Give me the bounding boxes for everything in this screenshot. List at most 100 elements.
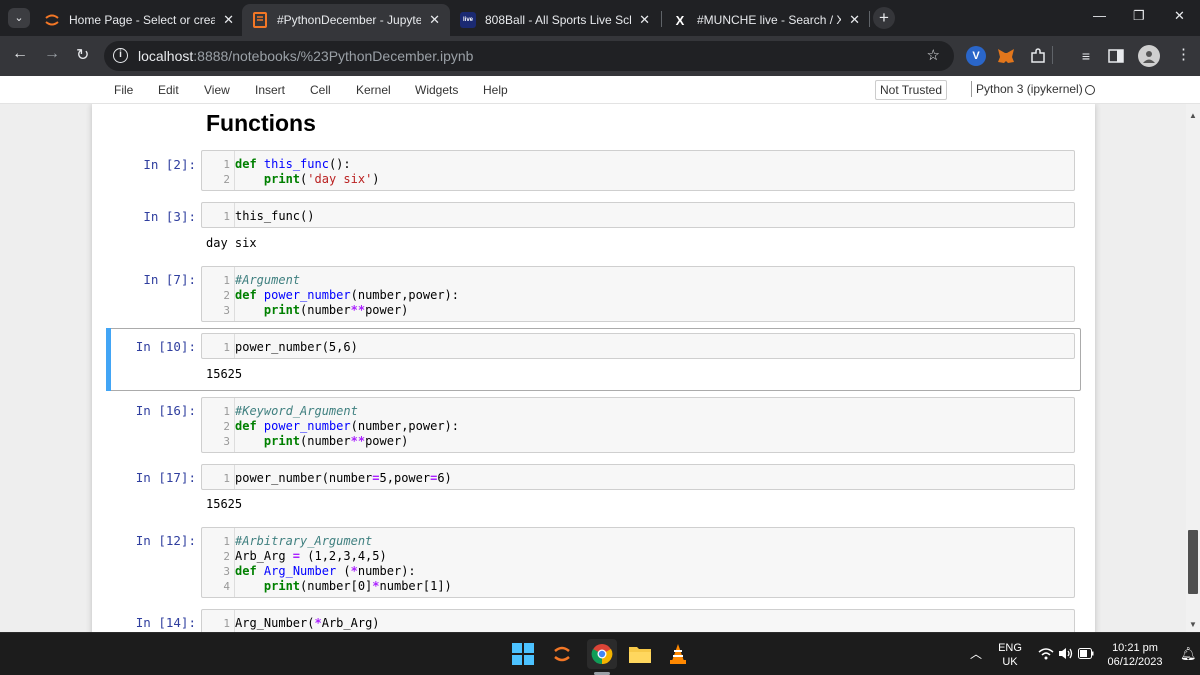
tab-search-button[interactable]: ⌄ <box>8 8 30 28</box>
chrome-taskbar-icon[interactable] <box>587 639 617 669</box>
scroll-down-arrow-icon[interactable]: ▼ <box>1189 620 1197 629</box>
restore-icon[interactable]: ❐ <box>1133 8 1145 24</box>
kernel-idle-icon <box>1085 85 1095 95</box>
wifi-icon[interactable] <box>1038 647 1054 663</box>
line-number: 2 <box>223 550 230 563</box>
url-host: localhost <box>138 48 194 64</box>
code-line: print('day six') <box>263 172 380 186</box>
line-number: 3 <box>223 565 230 578</box>
site-info-icon[interactable]: i <box>113 48 128 63</box>
windows-start-icon[interactable] <box>510 641 536 667</box>
code-line: print(number**power) <box>263 303 409 317</box>
code-line: def power_number(number,power): <box>235 288 459 302</box>
bookmark-star-icon[interactable]: ☆ <box>927 46 940 64</box>
tab-close-icon[interactable]: ✕ <box>429 12 440 28</box>
tray-overflow-chevron-icon[interactable]: ︿ <box>970 647 982 661</box>
code-cell-input[interactable]: 1 2 3 #Argument def power_number(number,… <box>201 266 1075 322</box>
tab-close-icon[interactable]: ✕ <box>639 12 650 28</box>
tab-808ball[interactable]: live 808Ball - All Sports Live Schedule … <box>450 4 660 36</box>
metamask-fox-icon[interactable] <box>996 46 1016 66</box>
input-language-indicator[interactable]: ENG UK <box>996 641 1024 669</box>
input-prompt: In [3]: <box>143 209 196 224</box>
extensions-puzzle-icon[interactable] <box>1028 46 1048 66</box>
vpn-extension-icon[interactable]: V <box>966 46 986 66</box>
input-prompt: In [7]: <box>143 272 196 287</box>
line-number: 1 <box>223 274 230 287</box>
url-text[interactable]: localhost:8888/notebooks/%23PythonDecemb… <box>138 48 473 64</box>
jupyter-taskbar-icon[interactable] <box>549 641 575 667</box>
plus-icon: + <box>879 8 889 27</box>
code-line: print(number**power) <box>263 434 409 448</box>
volume-icon[interactable] <box>1058 647 1074 664</box>
line-number: 1 <box>223 472 230 485</box>
code-line: Arb_Arg = (1,2,3,4,5) <box>235 549 387 563</box>
not-trusted-button[interactable]: Not Trusted <box>875 80 948 100</box>
more-menu-icon[interactable]: ⋮ <box>1176 45 1191 63</box>
notification-bell-icon[interactable]: 🔔︎ <box>1180 647 1197 661</box>
code-cell-input[interactable]: 1 power_number(number=5,power=6) <box>201 464 1075 490</box>
minimize-icon[interactable]: — <box>1093 8 1106 23</box>
line-number: 1 <box>223 158 230 171</box>
input-prompt: In [12]: <box>135 533 196 548</box>
cell-output: day six <box>206 236 257 250</box>
menu-widgets[interactable]: Widgets <box>415 83 458 97</box>
address-bar[interactable]: i localhost:8888/notebooks/%23PythonDece… <box>104 41 954 71</box>
tab-munche-x[interactable]: X #MUNCHE live - Search / X ✕ <box>662 4 870 36</box>
vlc-cone-icon[interactable] <box>665 641 691 667</box>
line-number: 2 <box>223 289 230 302</box>
system-clock[interactable]: 10:21 pm 06/12/2023 <box>1100 641 1170 669</box>
battery-icon[interactable] <box>1078 648 1094 663</box>
code-cell-input[interactable]: 1 2 3 4 #Arbitrary_Argument Arb_Arg = (1… <box>201 527 1075 598</box>
new-tab-button[interactable]: + <box>873 7 895 29</box>
code-cell-input[interactable]: 1 2 def this_func(): print('day six') <box>201 150 1075 191</box>
code-cell-input[interactable]: 1 2 3 #Keyword_Argument def power_number… <box>201 397 1075 453</box>
line-number: 3 <box>223 435 230 448</box>
menu-kernel[interactable]: Kernel <box>356 83 391 97</box>
scrollbar-thumb[interactable] <box>1188 530 1198 594</box>
window-close-icon[interactable]: ✕ <box>1174 8 1185 24</box>
line-number: 1 <box>223 617 230 630</box>
reading-list-icon[interactable]: ≡ <box>1076 46 1096 66</box>
notebook-container: Functions In [2]: 1 2 def this_func(): p… <box>92 104 1095 632</box>
tab-title: 808Ball - All Sports Live Schedule <box>485 13 631 27</box>
tab-close-icon[interactable]: ✕ <box>849 12 860 28</box>
menu-file[interactable]: File <box>114 83 133 97</box>
browser-toolbar: ← → ↻ i localhost:8888/notebooks/%23Pyth… <box>0 36 1200 76</box>
back-arrow-icon[interactable]: ← <box>12 45 28 63</box>
code-cell-input[interactable]: 1 this_func() <box>201 202 1075 228</box>
tab-python-december[interactable]: #PythonDecember - Jupyter Notebook ✕ <box>242 4 450 36</box>
jupyter-favicon-icon <box>44 12 60 28</box>
tab-title: #MUNCHE live - Search / X <box>697 13 842 27</box>
scroll-up-arrow-icon[interactable]: ▲ <box>1189 111 1197 120</box>
menu-view[interactable]: View <box>204 83 230 97</box>
tab-home-page[interactable]: Home Page - Select or create a notebook … <box>34 4 244 36</box>
kernel-indicator[interactable]: Python 3 (ipykernel) <box>971 81 1083 97</box>
page-scrollbar[interactable]: ▲ ▼ <box>1186 104 1200 632</box>
tab-title: Home Page - Select or create a notebook <box>69 13 216 27</box>
file-explorer-icon[interactable] <box>627 641 653 667</box>
menu-cell[interactable]: Cell <box>310 83 331 97</box>
code-line: Arg_Number(*Arb_Arg) <box>235 616 380 630</box>
profile-avatar[interactable] <box>1138 45 1160 67</box>
input-prompt: In [17]: <box>135 470 196 485</box>
code-line: power_number(number=5,power=6) <box>235 471 452 485</box>
notebook-site: Functions In [2]: 1 2 def this_func(): p… <box>0 104 1186 632</box>
code-cell-input[interactable]: 1 Arg_Number(*Arb_Arg) <box>201 609 1075 632</box>
markdown-heading: Functions <box>206 110 316 136</box>
forward-arrow-icon[interactable]: → <box>44 45 60 63</box>
line-number: 1 <box>223 341 230 354</box>
toolbar-divider <box>1052 46 1053 64</box>
side-panel-icon[interactable] <box>1106 46 1126 66</box>
input-prompt: In [16]: <box>135 403 196 418</box>
menu-help[interactable]: Help <box>483 83 508 97</box>
code-line: def power_number(number,power): <box>235 419 459 433</box>
reload-icon[interactable]: ↻ <box>76 45 89 65</box>
code-line: print(number[0]*number[1]) <box>263 579 452 593</box>
line-number: 2 <box>223 173 230 186</box>
code-cell-input[interactable]: 1 power_number(5,6) <box>201 333 1075 359</box>
selected-cell-indicator <box>106 328 111 391</box>
menu-insert[interactable]: Insert <box>255 83 285 97</box>
cell-output: 15625 <box>206 497 243 511</box>
menu-edit[interactable]: Edit <box>158 83 179 97</box>
tab-close-icon[interactable]: ✕ <box>223 12 234 28</box>
